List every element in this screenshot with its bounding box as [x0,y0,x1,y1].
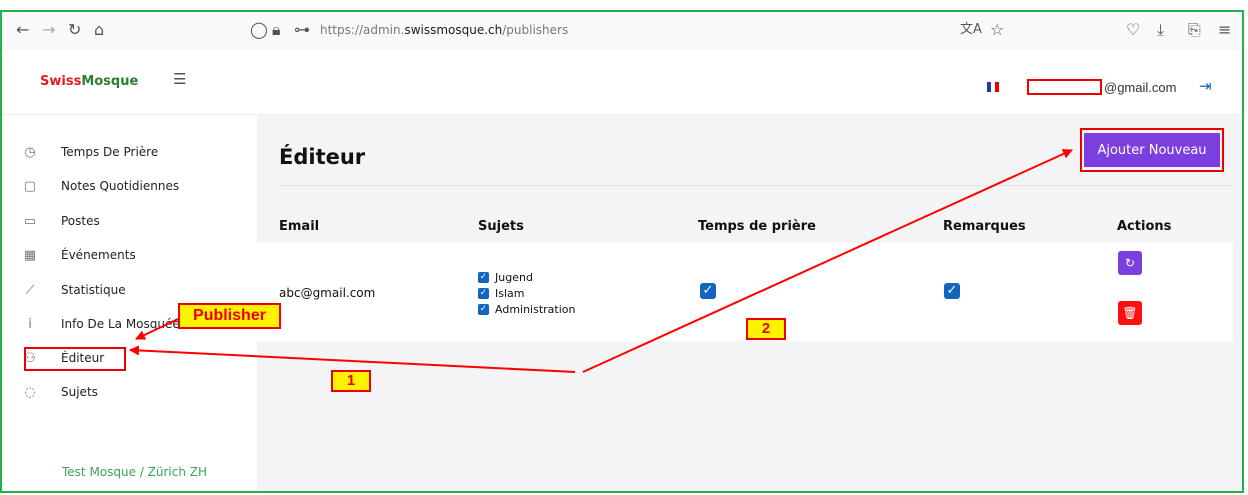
chat-icon: ▭ [23,213,37,229]
sidebar-item-label: Info De La Mosquée [61,317,180,331]
column-header-prayer-times: Temps de prière [698,219,816,234]
url-text[interactable]: https://admin.swissmosque.ch/publishers [320,23,568,37]
french-flag-icon[interactable] [987,82,999,92]
column-header-email: Email [279,219,320,234]
app-header: SwissMosque ☰ @gmail.com ⇥ [2,50,1242,115]
pocket-icon[interactable]: ♡ [1126,21,1140,39]
logout-icon[interactable]: ⇥ [1199,77,1212,95]
subject-label: Islam [495,286,525,300]
key-icon: ⊶ [294,20,310,39]
step2-callout: 2 [746,318,786,340]
sidebar-item-label: Notes Quotidiennes [61,179,180,193]
sidebar-item-temps-de-priere[interactable]: ◷ Temps De Prière [22,141,158,163]
note-icon: ▢ [23,178,37,194]
check-icon[interactable]: ✓ [478,287,489,299]
menu-icon[interactable]: ≡ [1218,21,1231,39]
delete-button[interactable]: 🗑︎ [1118,301,1142,325]
sidebar-item-label: Sujets [61,385,98,399]
home-icon[interactable]: ⌂ [94,21,104,39]
refresh-button[interactable]: ↻ [1118,251,1142,275]
screenshot-frame: ← → ↻ ⌂ ◯ 🔒︎ ⊶ https://admin.swissmosque… [0,10,1244,493]
sidebar-item-statistique[interactable]: ⟋ Statistique [22,279,126,301]
shield-icon: ◯ [250,20,268,39]
calendar-icon: ▦ [23,247,37,263]
sidebar-item-postes[interactable]: ▭ Postes [22,210,100,232]
info-icon: i [28,316,32,332]
subject-label: Administration [495,302,576,316]
add-new-button[interactable]: Ajouter Nouveau [1084,133,1220,167]
download-icon[interactable]: ⤓ [1157,21,1164,39]
chart-icon: ⟋ [25,282,35,298]
publisher-callout: Publisher [178,303,281,329]
prayer-times-checkbox[interactable]: ✓ [700,283,716,299]
column-header-actions: Actions [1117,219,1172,234]
table-row: abc@gmail.com ✓ Jugend ✓ Islam ✓ Administra… [257,243,1233,341]
bookmark-star-icon[interactable]: ☆ [990,21,1004,39]
page-title: Éditeur [279,145,366,169]
row-subjects: ✓ Jugend ✓ Islam ✓ Administration [478,269,576,317]
forward-icon[interactable]: → [42,21,55,39]
comment-icon: ◌ [24,384,36,400]
reload-icon[interactable]: ↻ [68,21,81,39]
check-icon[interactable]: ✓ [478,303,489,315]
subject-item[interactable]: ✓ Islam [478,285,576,301]
email-redaction-box [1027,79,1102,95]
address-bar[interactable]: ◯ 🔒︎ ⊶ https://admin.swissmosque.ch/publ… [240,17,1012,45]
column-header-subjects: Sujets [478,219,524,234]
sidebar-item-evenements[interactable]: ▦ Événements [22,244,136,266]
extensions-icon[interactable]: ⎘ [1188,21,1201,39]
sidebar-item-sujets[interactable]: ◌ Sujets [22,381,98,403]
sidebar-item-label: Postes [61,214,100,228]
translate-icon[interactable]: 文A [960,21,982,39]
lock-icon: 🔒︎ [272,20,281,39]
sidebar-item-info[interactable]: i Info De La Mosquée [22,313,180,335]
subject-label: Jugend [495,270,533,284]
sidebar-item-notes[interactable]: ▢ Notes Quotidiennes [22,175,179,197]
sidebar-item-label: Événements [61,248,136,262]
hamburger-icon[interactable]: ☰ [173,70,186,88]
subject-item[interactable]: ✓ Jugend [478,269,576,285]
main-content: Éditeur Ajouter Nouveau Email Sujets Tem… [257,115,1242,491]
browser-toolbar: ← → ↻ ⌂ ◯ 🔒︎ ⊶ https://admin.swissmosque… [2,12,1242,51]
title-divider [279,185,1233,186]
subject-item[interactable]: ✓ Administration [478,301,576,317]
sidebar-item-label: Statistique [61,283,126,297]
clock-icon: ◷ [24,144,36,160]
step1-callout: 1 [331,370,371,392]
sidebar-item-label: Temps De Prière [61,145,159,159]
check-icon[interactable]: ✓ [478,271,489,283]
editeur-highlight-box [24,347,126,371]
brand-logo[interactable]: SwissMosque [40,74,138,89]
mosque-name-footer: Test Mosque / Zürich ZH [62,465,208,479]
column-header-remarks: Remarques [943,219,1026,234]
remarks-checkbox[interactable]: ✓ [944,283,960,299]
row-email: abc@gmail.com [279,286,376,300]
user-email: @gmail.com [1104,80,1177,95]
back-icon[interactable]: ← [16,21,29,39]
